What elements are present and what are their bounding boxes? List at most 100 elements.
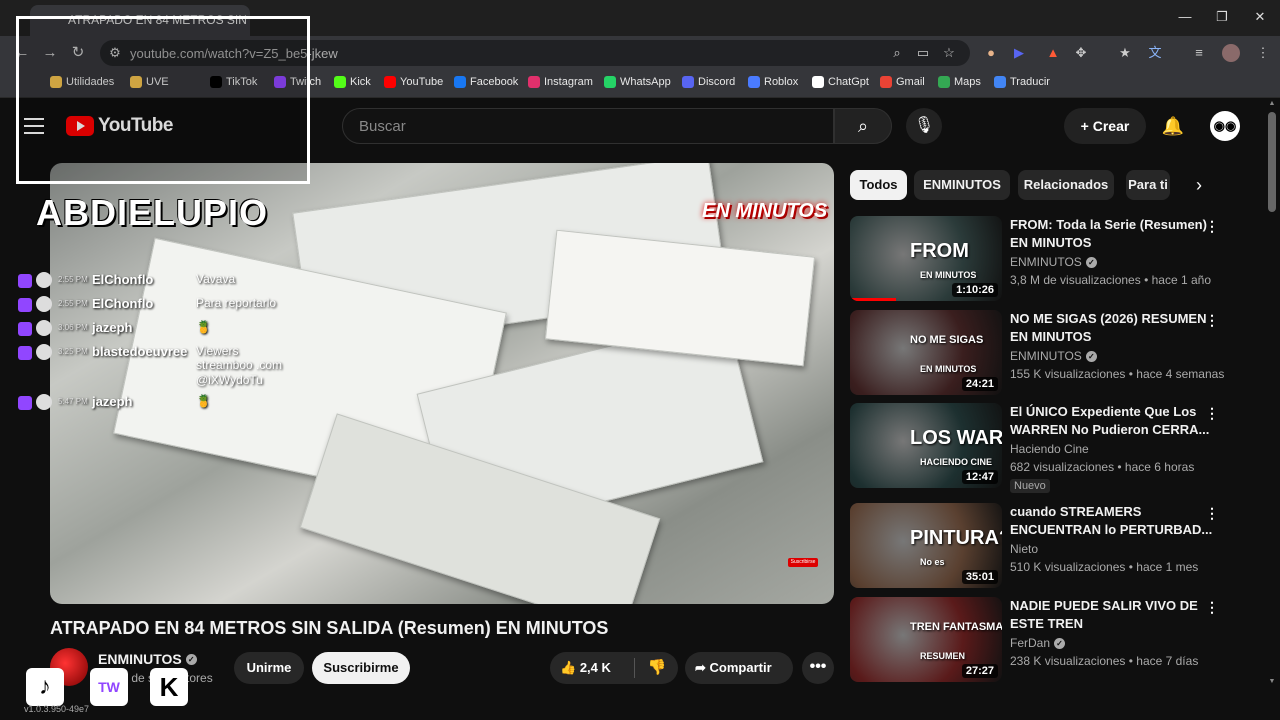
scroll-up-icon[interactable]: ▲ <box>1268 100 1276 108</box>
account-avatar[interactable]: ◉◉ <box>1210 111 1240 141</box>
recommended-channel-name: ENMINUTOS <box>1010 349 1082 363</box>
recommended-channel[interactable]: Nieto <box>1010 542 1038 556</box>
chip-relacionados[interactable]: Relacionados <box>1018 170 1114 200</box>
verified-icon: ✓ <box>1054 637 1066 649</box>
bookmark-maps[interactable]: Maps <box>938 76 981 88</box>
recommended-video[interactable]: PINTURA? No es 35:01 cuando STREAMERS ENCUE… <box>850 503 1270 591</box>
twitch-icon: TW <box>90 668 128 706</box>
bookmark-roblox[interactable]: Roblox <box>748 76 798 88</box>
recommended-video[interactable]: LOS WARREN HACIENDO CINE 12:47 El ÚNICO Exp… <box>850 403 1270 493</box>
more-vert-icon[interactable]: ⋮ <box>1204 505 1220 525</box>
menu-kebab-icon[interactable]: ⋮ <box>1254 44 1272 62</box>
recommended-title[interactable]: NADIE PUEDE SALIR VIVO DE ESTE TREN <box>1010 597 1220 633</box>
avatar <box>36 320 52 336</box>
kick-icon: K <box>150 668 188 706</box>
chip-enminutos[interactable]: ENMINUTOS <box>914 170 1010 200</box>
recommended-title[interactable]: FROM: Toda la Serie (Resumen) EN MINUTOS <box>1010 216 1220 252</box>
video-duration: 35:01 <box>961 570 998 584</box>
recommended-channel[interactable]: Haciendo Cine <box>1010 442 1089 456</box>
scrollbar-thumb[interactable] <box>1268 112 1276 212</box>
recommended-channel[interactable]: ENMINUTOS ✓ <box>1010 349 1097 363</box>
bookmark-instagram[interactable]: Instagram <box>528 76 593 88</box>
share-button[interactable]: ➦ Compartir <box>685 652 793 684</box>
more-vert-icon[interactable]: ⋮ <box>1204 218 1220 238</box>
extension-brave-icon[interactable]: ▲ <box>1044 44 1062 62</box>
more-vert-icon[interactable]: ⋮ <box>1204 405 1220 425</box>
bookmark-whatsapp[interactable]: WhatsApp <box>604 76 671 88</box>
video-duration: 12:47 <box>961 470 998 484</box>
recommended-meta: 682 visualizaciones • hace 6 horas <box>1010 460 1195 474</box>
bookmark-label: Gmail <box>896 76 925 88</box>
recommended-title[interactable]: NO ME SIGAS (2026) RESUMEN EN MINUTOS <box>1010 310 1220 346</box>
bookmark-gmail[interactable]: Gmail <box>880 76 925 88</box>
video-duration: 1:10:26 <box>952 283 998 297</box>
media-icon[interactable]: ≡ <box>1190 44 1208 62</box>
close-window-button[interactable]: ✕ <box>1240 6 1280 28</box>
bookmark-label: Traducir <box>1010 76 1050 88</box>
recommended-video[interactable]: NO ME SIGAS EN MINUTOS 24:21 NO ME SIGAS (2… <box>850 310 1270 398</box>
translate-icon[interactable]: 文 <box>1146 44 1164 62</box>
chip-para-ti[interactable]: Para ti <box>1126 170 1170 200</box>
extensions-puzzle-icon[interactable]: ✥ <box>1072 44 1090 62</box>
like-count: 2,4 K <box>579 660 611 675</box>
verified-icon: ✓ <box>185 653 197 665</box>
video-duration: 24:21 <box>961 377 998 391</box>
chat-text: Vavava <box>196 272 236 286</box>
video-thumbnail[interactable]: LOS WARREN HACIENDO CINE 12:47 <box>850 403 1002 488</box>
bookmark-label: ChatGpt <box>828 76 869 88</box>
extension-face-icon[interactable]: ● <box>982 44 1000 62</box>
bookmark-label: Discord <box>698 76 736 88</box>
more-vert-icon[interactable]: ⋮ <box>1204 599 1220 619</box>
recommended-title[interactable]: cuando STREAMERS ENCUENTRAN lo PERTURBAD… <box>1010 503 1220 539</box>
chat-time: 5:47 PM <box>58 397 88 406</box>
video-thumbnail[interactable]: NO ME SIGAS EN MINUTOS 24:21 <box>850 310 1002 395</box>
chip-todos[interactable]: Todos <box>850 170 907 200</box>
bookmark-traducir[interactable]: Traducir <box>994 76 1050 88</box>
profile-avatar-icon[interactable] <box>1222 44 1240 62</box>
search-input[interactable]: Buscar <box>342 108 834 144</box>
video-thumbnail[interactable]: FROM EN MINUTOS 1:10:26 <box>850 216 1002 301</box>
recommended-channel[interactable]: ENMINUTOS ✓ <box>1010 255 1097 269</box>
maximize-button[interactable]: ❐ <box>1202 6 1242 28</box>
watch-progress-bar <box>850 298 896 301</box>
bookmark-discord[interactable]: Discord <box>682 76 735 88</box>
bookmark-youtube[interactable]: YouTube <box>384 76 443 88</box>
bookmark-star-icon[interactable]: ☆ <box>940 44 958 62</box>
video-thumbnail[interactable]: PINTURA? No es 35:01 <box>850 503 1002 588</box>
zoom-icon[interactable]: ⌕ <box>888 44 906 62</box>
recommended-channel[interactable]: FerDan ✓ <box>1010 636 1066 650</box>
translate-icon <box>994 76 1006 88</box>
create-button[interactable]: + Crear <box>1064 108 1146 144</box>
bookmark-kick[interactable]: Kick <box>334 76 371 88</box>
search-button[interactable]: ⌕ <box>834 108 892 144</box>
recommended-meta: 155 K visualizaciones • hace 4 semanas <box>1010 367 1225 381</box>
thumbnail-subtext: HACIENDO CINE <box>920 457 993 467</box>
bookmark-label: Roblox <box>764 76 799 88</box>
extension-play-icon[interactable]: ▶ <box>1010 44 1028 62</box>
channel-name[interactable]: ENMINUTOS ✓ <box>98 651 197 667</box>
more-vert-icon[interactable]: ⋮ <box>1204 312 1220 332</box>
chat-extra-line: streamboo .com <box>196 358 283 372</box>
more-actions-button[interactable]: ••• <box>802 652 834 684</box>
minimize-button[interactable]: — <box>1165 6 1205 28</box>
notifications-bell-icon[interactable]: 🔔 <box>1160 113 1186 139</box>
recommended-title[interactable]: El ÚNICO Expediente Que Los WARREN No Pu… <box>1010 403 1220 439</box>
video-thumbnail[interactable]: TREN FANTASMA TURBIO RESUMEN 27:27 <box>850 597 1002 682</box>
like-button[interactable]: 👍 2,4 K <box>550 652 634 684</box>
voice-search-button[interactable]: 🎙 <box>906 108 942 144</box>
join-button[interactable]: Unirme <box>234 652 304 684</box>
recommended-video[interactable]: FROM EN MINUTOS 1:10:26 FROM: Toda la Serie… <box>850 216 1270 304</box>
thumbs-down-icon[interactable]: 👎 <box>640 652 674 684</box>
cast-icon[interactable]: ▭ <box>914 44 932 62</box>
share-label: Compartir <box>709 660 772 675</box>
subscribe-watermark[interactable]: Suscribirse <box>788 558 818 567</box>
subscribe-button[interactable]: Suscribirme <box>312 652 410 684</box>
bookmarks-icon[interactable]: ★ <box>1116 44 1134 62</box>
scroll-down-icon[interactable]: ▼ <box>1268 678 1276 686</box>
bookmark-facebook[interactable]: Facebook <box>454 76 518 88</box>
recommended-video[interactable]: TREN FANTASMA TURBIO RESUMEN 27:27 NADIE PU… <box>850 597 1270 685</box>
bookmark-chatgpt[interactable]: ChatGpt <box>812 76 869 88</box>
thumbnail-text: FROM <box>910 240 969 262</box>
chevron-right-icon[interactable]: › <box>1186 172 1212 198</box>
roblox-icon <box>748 76 760 88</box>
